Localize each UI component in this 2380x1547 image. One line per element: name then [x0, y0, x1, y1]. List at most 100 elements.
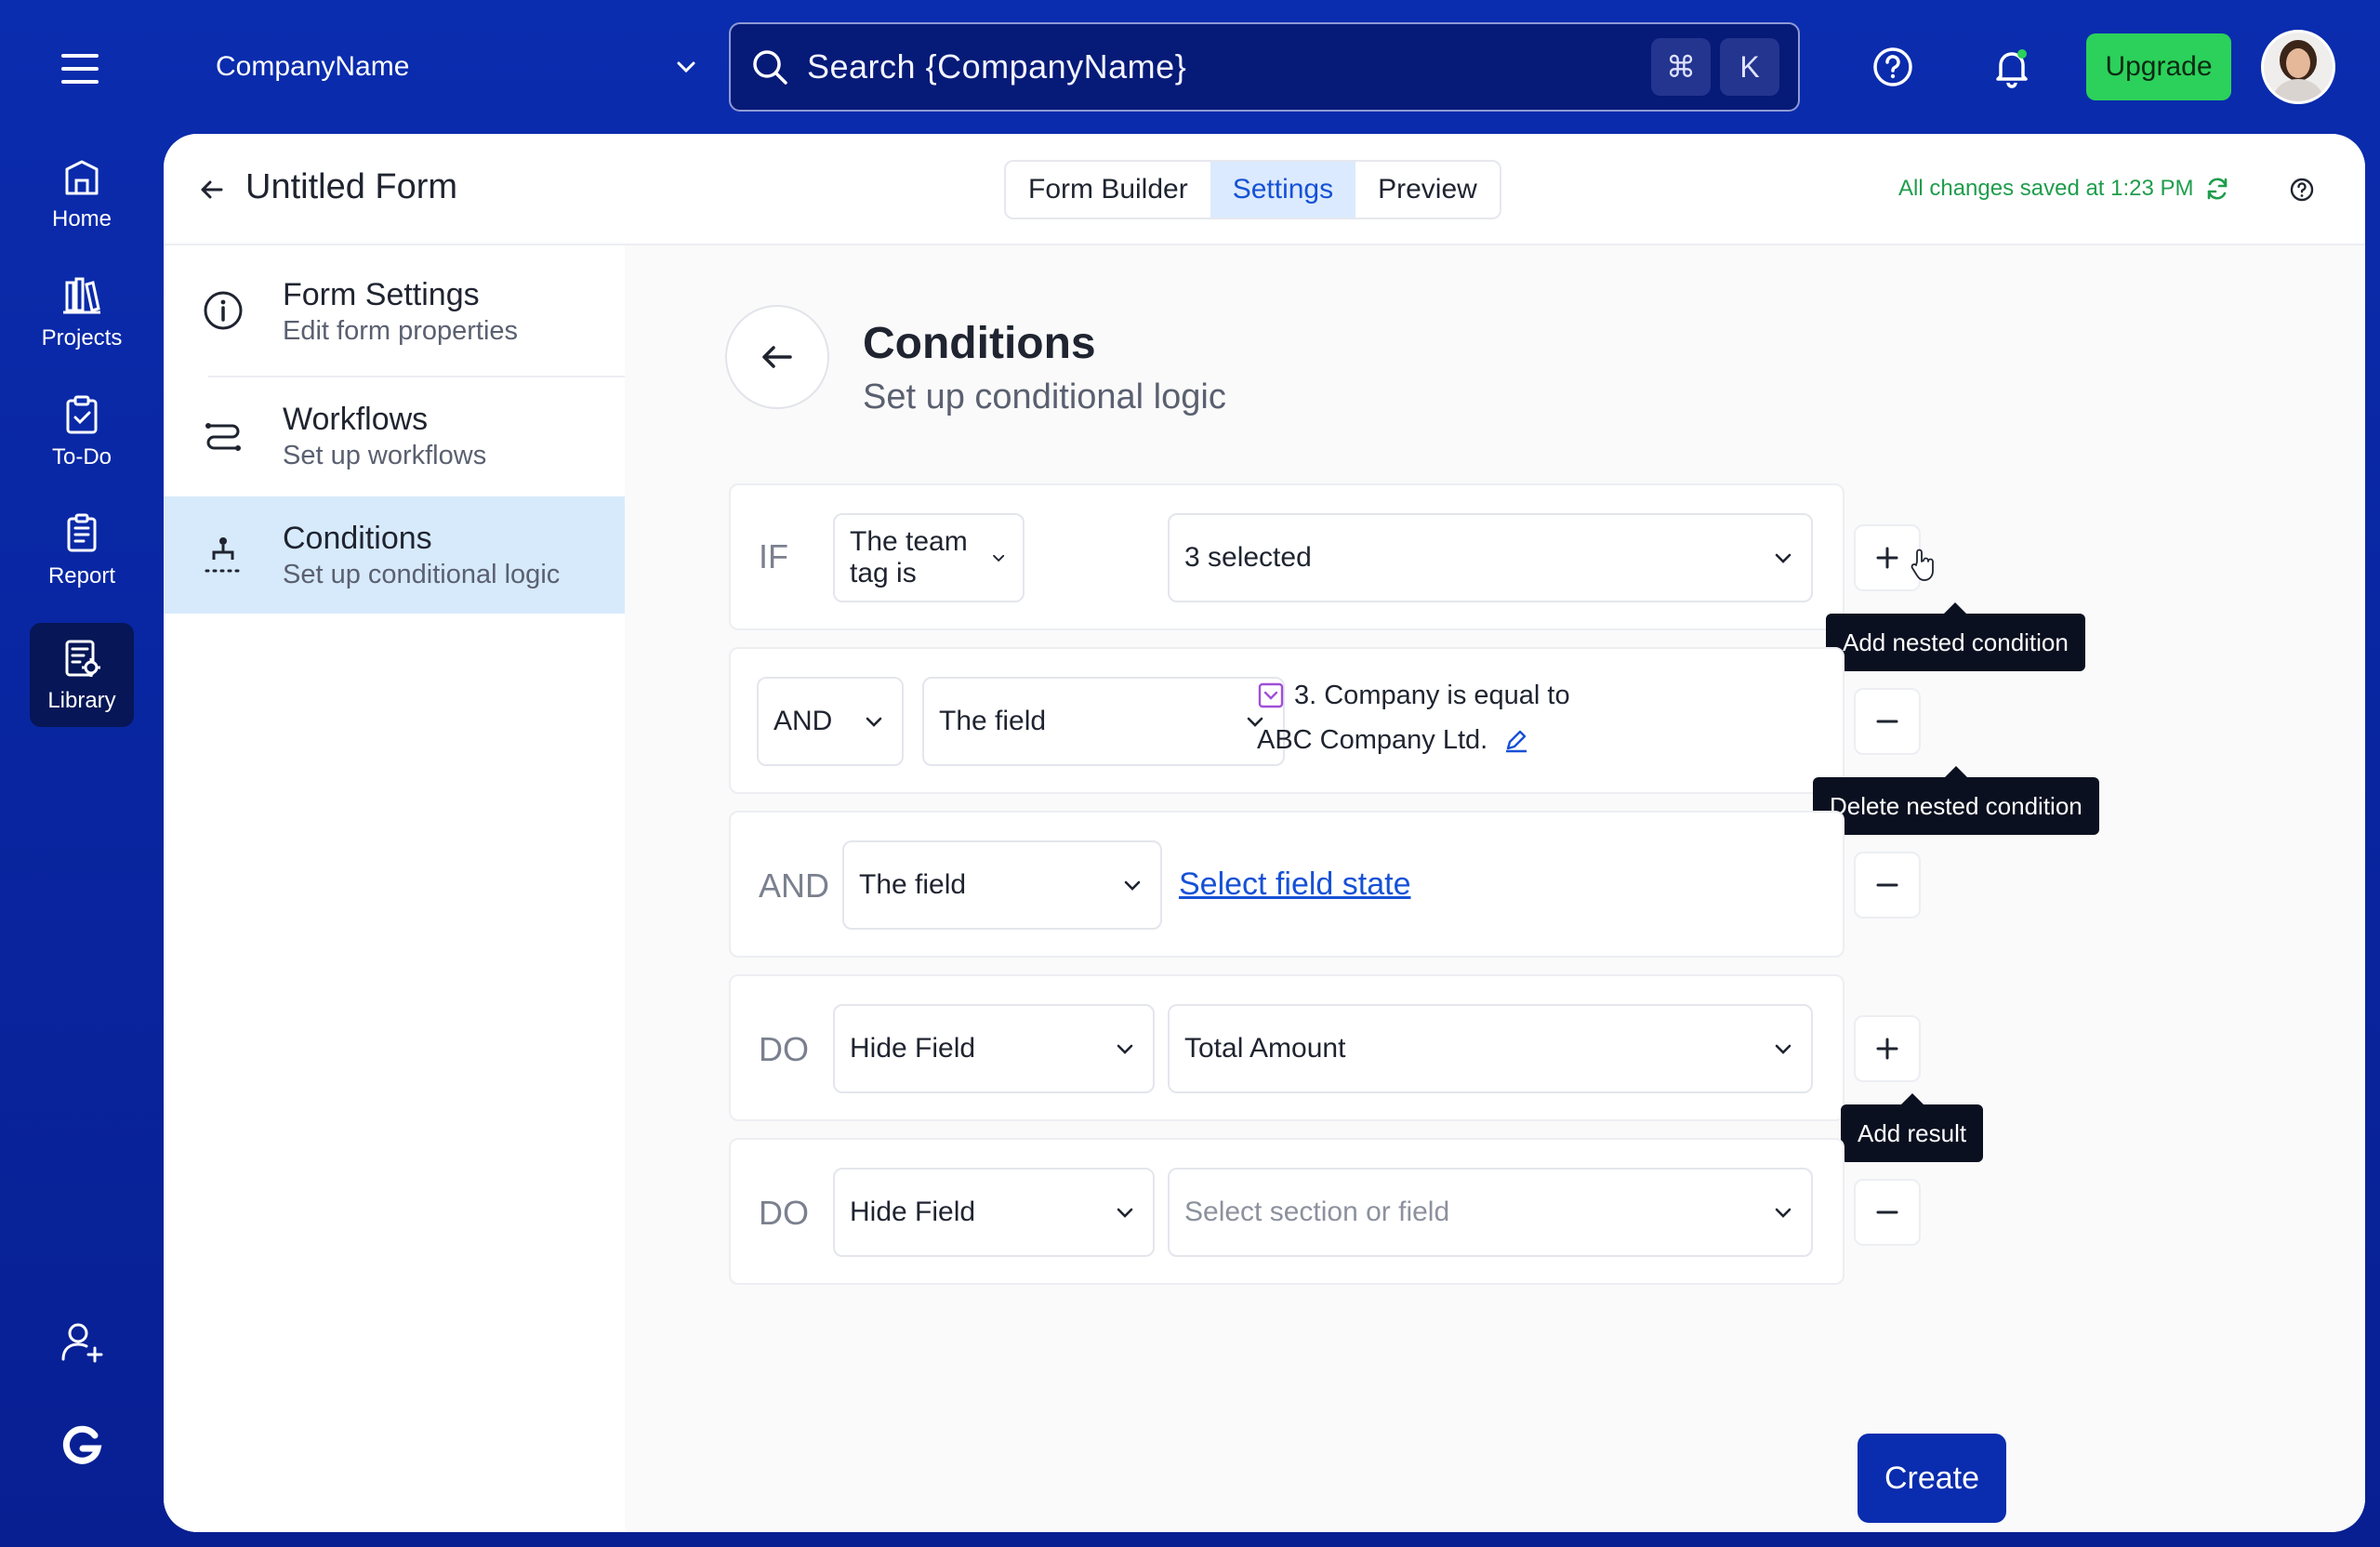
select-placeholder: Select section or field — [1184, 1197, 1450, 1227]
workflow-icon — [201, 413, 245, 457]
chevron-down-icon — [1124, 880, 1141, 891]
chevron-down-icon — [1117, 1208, 1133, 1218]
condition-row-and: AND The field 3. Company is equal to ABC… — [729, 647, 1844, 794]
target-field-select[interactable]: Select section or field — [1168, 1168, 1813, 1257]
conditions-content: Conditions Set up conditional logic IF T… — [625, 245, 2365, 1532]
operator-select[interactable]: AND — [757, 677, 904, 766]
save-status: All changes saved at 1:23 PM — [1898, 175, 2231, 203]
menu-item-form-settings[interactable]: Form Settings Edit form properties — [164, 253, 625, 370]
create-button[interactable]: Create — [1858, 1434, 2006, 1523]
help-icon[interactable] — [1867, 41, 1919, 93]
nav-projects-label: Projects — [41, 325, 123, 350]
library-icon — [60, 636, 104, 688]
select-value: Hide Field — [850, 1197, 976, 1227]
form-header: Untitled Form Form Builder Settings Prev… — [164, 134, 2365, 245]
delete-result-button[interactable] — [1854, 1179, 1921, 1246]
nav-home-label: Home — [51, 206, 112, 231]
tooltip-add-result: Add result — [1841, 1093, 1984, 1162]
condition-value: ABC Company Ltd. — [1257, 725, 1488, 755]
add-user-button[interactable] — [30, 1294, 134, 1398]
plus-icon — [1876, 547, 1898, 569]
nav-library-label: Library — [47, 688, 116, 713]
dropdown-field-icon — [1258, 682, 1284, 708]
chevron-down-icon — [1117, 1044, 1133, 1054]
projects-icon — [60, 273, 104, 325]
nav-todo[interactable]: To-Do — [30, 379, 134, 483]
main-panel: Untitled Form Form Builder Settings Prev… — [164, 134, 2365, 1532]
conditions-back-button[interactable] — [725, 305, 829, 409]
field-condition-value: 3. Company is equal to ABC Company Ltd. — [1257, 673, 1570, 762]
bell-icon[interactable] — [1986, 41, 2038, 93]
refresh-icon[interactable] — [2194, 175, 2231, 203]
help-icon-small[interactable] — [2289, 177, 2315, 203]
plus-icon — [1876, 1038, 1898, 1060]
info-icon — [201, 288, 245, 333]
tab-preview[interactable]: Preview — [1355, 162, 1500, 218]
chevron-down-icon — [1775, 1044, 1792, 1054]
condition-row-and: AND The field Select field state — [729, 811, 1844, 958]
user-avatar[interactable] — [2261, 30, 2335, 104]
select-field-state-link[interactable]: Select field state — [1179, 866, 1410, 903]
delete-condition-button[interactable] — [1854, 852, 1921, 919]
target-field-select[interactable]: Total Amount — [1168, 1004, 1813, 1093]
brand-logo-icon — [30, 1398, 134, 1502]
select-value: Hide Field — [850, 1033, 976, 1064]
menu-item-workflows[interactable]: Workflows Set up workflows — [164, 377, 625, 495]
team-tags-select[interactable]: 3 selected — [1168, 513, 1813, 602]
k-key-hint: K — [1720, 38, 1779, 96]
menu-item-title: Form Settings — [283, 277, 480, 312]
row-keyword: IF — [759, 537, 788, 575]
action-row-do: DO Hide Field Select section or field — [729, 1138, 1844, 1285]
company-select[interactable]: CompanyName — [216, 43, 699, 91]
edit-pencil-icon[interactable] — [1502, 726, 1530, 754]
tooltip-add-nested: Add nested condition — [1826, 602, 2085, 671]
delete-nested-condition-button[interactable] — [1854, 688, 1921, 755]
clipboard-check-icon — [60, 392, 104, 444]
row-keyword: DO — [759, 1194, 809, 1232]
nav-home[interactable]: Home — [30, 141, 134, 245]
condition-text: 3. Company is equal to — [1294, 681, 1570, 710]
chevron-down-icon — [992, 554, 1004, 562]
form-tabs: Form Builder Settings Preview — [1004, 160, 1501, 219]
select-value: The team tag is — [850, 526, 968, 588]
select-value: The field — [939, 706, 1047, 736]
chevron-down-icon — [1775, 1208, 1792, 1218]
nav-report[interactable]: Report — [30, 498, 134, 602]
nav-todo-label: To-Do — [51, 444, 112, 469]
select-value: AND — [774, 706, 833, 736]
upgrade-button[interactable]: Upgrade — [2086, 33, 2231, 100]
add-user-icon — [58, 1318, 106, 1374]
field-select[interactable]: The field — [842, 840, 1162, 930]
menu-item-title: Workflows — [283, 402, 429, 437]
search-input[interactable]: Search {CompanyName} ⌘ K — [729, 22, 1800, 112]
chevron-down-icon — [866, 717, 882, 727]
condition-type-select[interactable]: The team tag is — [833, 513, 1025, 602]
search-placeholder: Search {CompanyName} — [807, 47, 1187, 86]
menu-item-subtitle: Set up conditional logic — [283, 560, 561, 589]
action-select[interactable]: Hide Field — [833, 1004, 1155, 1093]
save-status-text: All changes saved at 1:23 PM — [1898, 176, 2194, 201]
page-subtitle: Set up conditional logic — [863, 377, 1226, 416]
minus-icon — [1876, 1210, 1898, 1214]
back-arrow-icon[interactable] — [197, 175, 227, 205]
menu-item-conditions[interactable]: Conditions Set up conditional logic — [164, 496, 625, 614]
arrow-left-icon — [762, 346, 792, 368]
search-icon — [749, 46, 790, 87]
chevron-down-icon — [1775, 553, 1792, 563]
nav-library[interactable]: Library — [30, 623, 134, 727]
company-name: CompanyName — [216, 51, 410, 82]
condition-row-if: IF The team tag is 3 selected — [729, 483, 1844, 630]
select-value: Total Amount — [1184, 1033, 1346, 1064]
nav-projects[interactable]: Projects — [30, 260, 134, 364]
menu-icon[interactable] — [58, 50, 106, 87]
action-select[interactable]: Hide Field — [833, 1168, 1155, 1257]
page-title: Conditions — [863, 319, 1096, 368]
nav-report-label: Report — [47, 563, 116, 588]
minus-icon — [1876, 720, 1898, 723]
tab-form-builder[interactable]: Form Builder — [1006, 162, 1210, 218]
select-value: The field — [859, 869, 967, 900]
tab-settings[interactable]: Settings — [1210, 162, 1356, 218]
add-result-button[interactable] — [1854, 1015, 1921, 1082]
conditions-icon — [201, 532, 245, 576]
field-select[interactable]: The field — [922, 677, 1285, 766]
